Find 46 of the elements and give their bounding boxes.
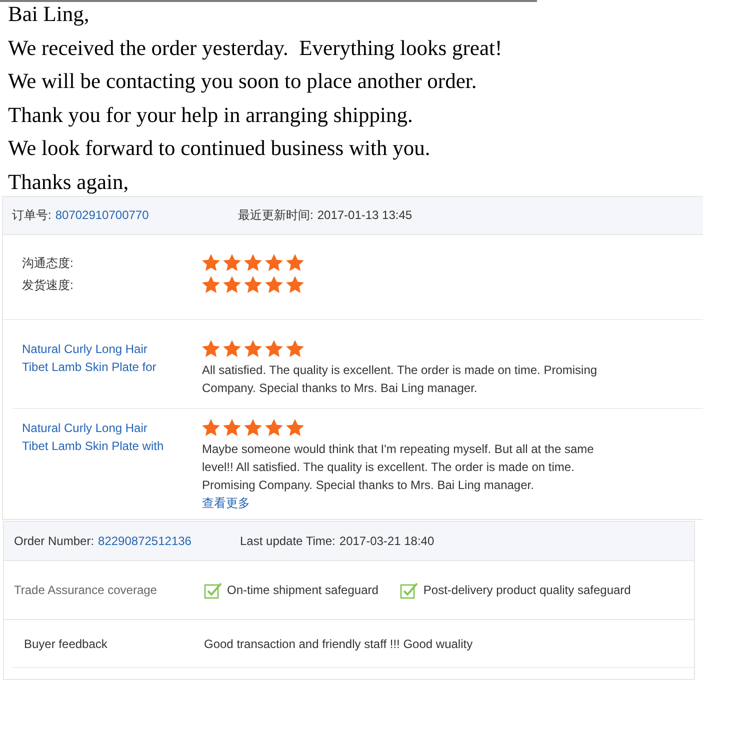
rating-label: 发货速度: bbox=[22, 278, 74, 292]
product-link[interactable]: Natural Curly Long Hair Tibet Lamb Skin Plate for bbox=[22, 340, 172, 376]
star-icon bbox=[244, 340, 262, 357]
star-icon bbox=[202, 254, 220, 272]
star-icon bbox=[265, 254, 283, 272]
update-time-label: 最近更新时间: bbox=[238, 207, 314, 224]
update-time: 2017-03-21 18:40 bbox=[339, 533, 434, 550]
letter-line: Bai Ling, bbox=[8, 2, 90, 26]
order-number-label: 订单号: bbox=[12, 207, 52, 224]
star-icon bbox=[286, 340, 304, 357]
star-icon bbox=[265, 340, 283, 357]
letter-line: We look forward to continued business with you. bbox=[8, 136, 432, 160]
feedback-label: Buyer feedback bbox=[24, 636, 108, 651]
star-icon bbox=[244, 418, 262, 436]
order-number-link[interactable]: 82290872512136 bbox=[98, 532, 192, 550]
star-icon bbox=[265, 276, 283, 294]
star-icon bbox=[202, 276, 220, 294]
star-icon bbox=[223, 276, 241, 294]
review-text: All satisfied. The quality is excellent. The order is made on time. Promising Company. Special thanks to Mrs. Bai Ling manager. bbox=[202, 362, 598, 398]
safeguard-label: On-time shipment safeguard bbox=[227, 582, 378, 600]
see-more-link[interactable]: 查看更多 bbox=[202, 494, 250, 512]
star-icon bbox=[286, 254, 304, 272]
order-number-label: Order Number: bbox=[14, 533, 94, 550]
feedback-text: Good transaction and friendly staff !!! Good wuality bbox=[204, 636, 473, 653]
product-link[interactable]: Natural Curly Long Hair Tibet Lamb Skin Plate with bbox=[22, 418, 172, 455]
star-icon bbox=[223, 418, 241, 436]
star-icon bbox=[286, 418, 304, 436]
letter-line: Thanks again, bbox=[8, 170, 130, 194]
star-icon bbox=[286, 276, 304, 294]
star-icon bbox=[202, 340, 220, 357]
assurance-label: Trade Assurance coverage bbox=[14, 583, 157, 598]
star-icon bbox=[265, 418, 283, 436]
star-icon bbox=[223, 340, 241, 357]
star-icon bbox=[244, 254, 262, 272]
letter-line: We received the order yesterday. Everything looks great! bbox=[8, 36, 504, 60]
rating-label: 沟通态度: bbox=[22, 256, 74, 270]
letter-line: We will be contacting you soon to place another order. bbox=[8, 69, 478, 94]
star-icon bbox=[244, 276, 262, 294]
update-time-label: Last update Time: bbox=[240, 533, 336, 550]
star-icon bbox=[202, 418, 220, 436]
update-time: 2017-01-13 13:45 bbox=[317, 207, 412, 224]
order-number-link[interactable]: 80702910700770 bbox=[55, 206, 149, 224]
letter-line: Thank you for your help in arranging shipping. bbox=[8, 102, 414, 127]
star-icon bbox=[223, 254, 241, 272]
safeguard-label: Post-delivery product quality safeguard bbox=[423, 582, 631, 600]
review-text: Maybe someone would think that I'm repeating myself. But all at the same level!! All satisfied. The quality is excellent. The order is made on time. Promising Company. Special thanks to Mrs. Bai Ling manager. bbox=[202, 440, 595, 494]
